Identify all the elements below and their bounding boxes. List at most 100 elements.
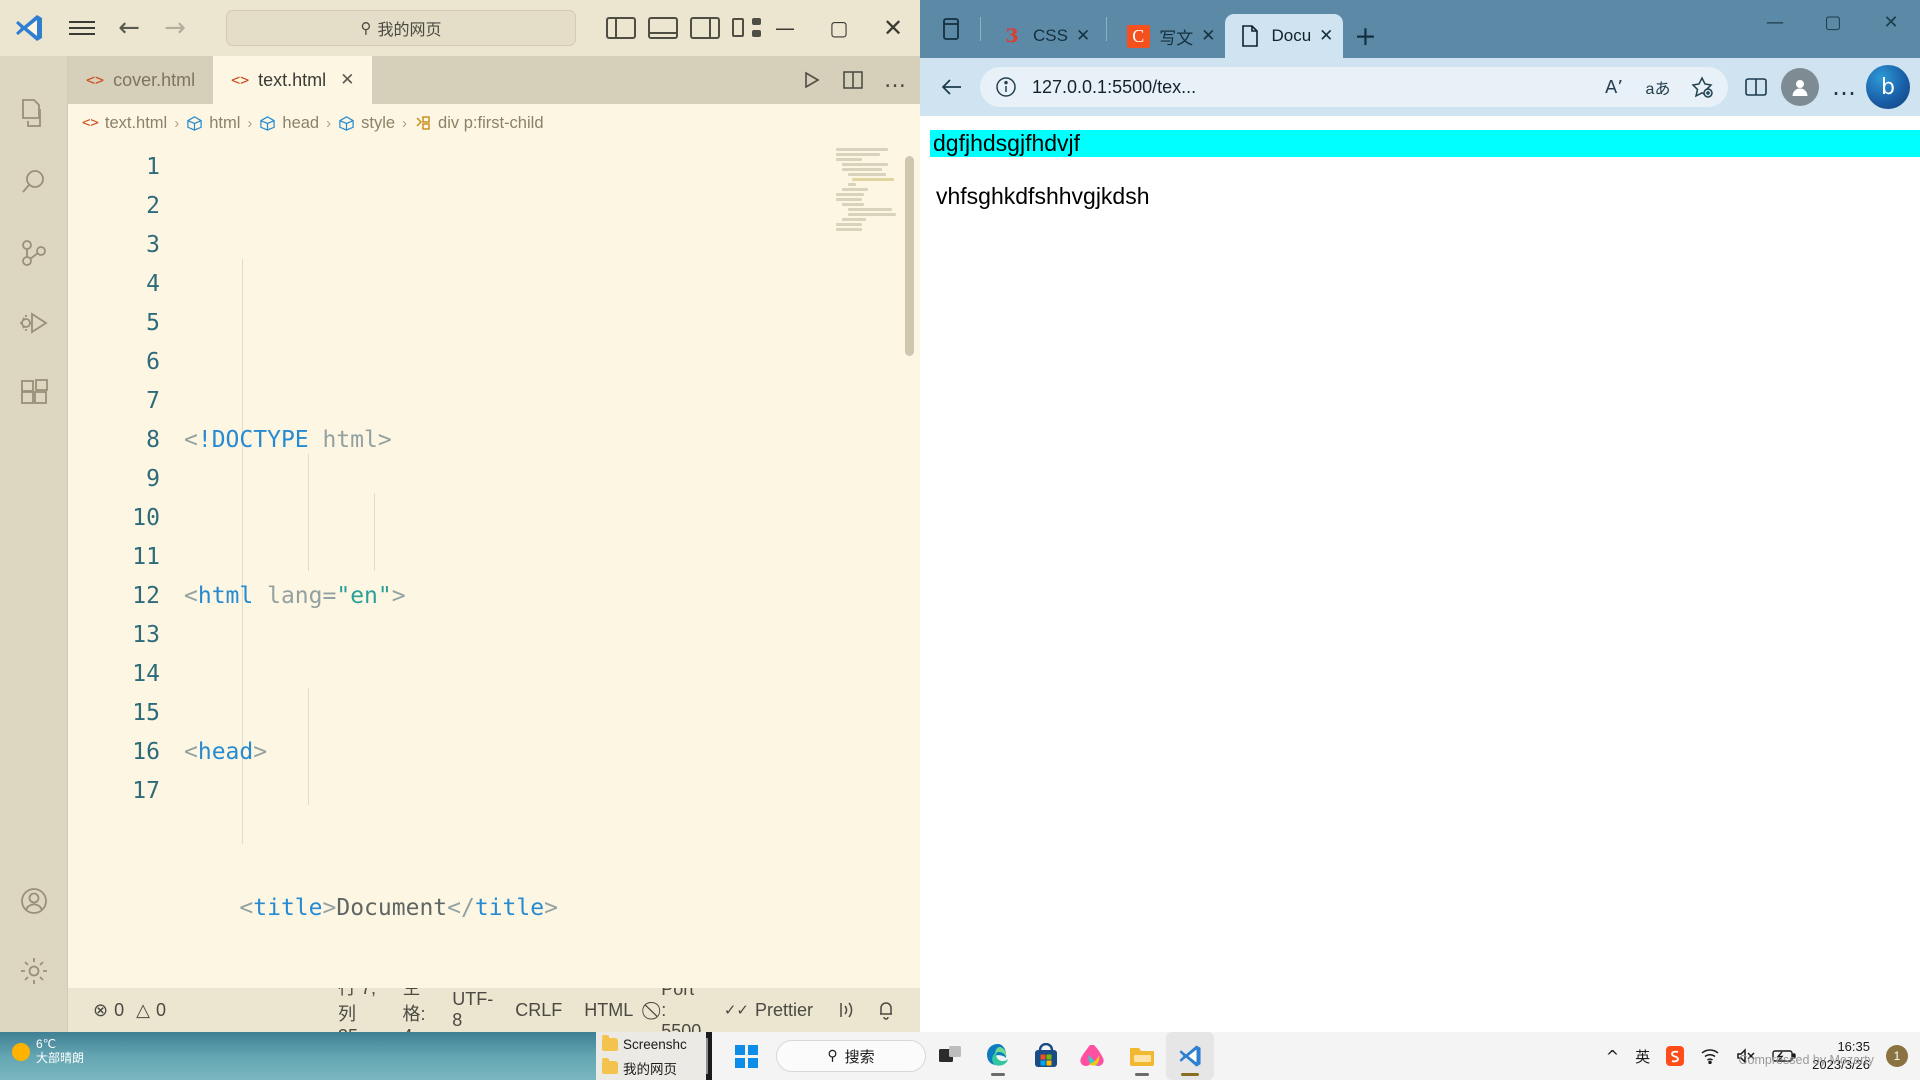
folder-icon: [602, 1035, 618, 1051]
translate-icon[interactable]: aあ: [1640, 69, 1676, 105]
status-prettier[interactable]: ✓✓ Prettier: [713, 1000, 824, 1021]
sidebar-item-extensions[interactable]: [0, 358, 68, 428]
editor-tab-text-html[interactable]: <> text.html ✕: [213, 56, 373, 104]
page-document-icon: [1237, 23, 1263, 49]
close-icon[interactable]: ✕: [1076, 26, 1090, 46]
browser-tab-csdn[interactable]: C 写文 ✕: [1113, 14, 1225, 58]
sidebar-item-accounts[interactable]: [0, 866, 68, 936]
code-line-4: <title>Document</title>: [239, 895, 558, 921]
vscode-logo-icon: [0, 12, 58, 44]
split-screen-icon[interactable]: [1734, 65, 1778, 109]
breadcrumb-item-selector[interactable]: div p:first-child: [414, 114, 544, 133]
compression-watermark: Compressed by Mozarty: [1738, 1053, 1874, 1068]
taskbar-visual-studio-code[interactable]: [1166, 1032, 1214, 1080]
minimize-button[interactable]: —: [1746, 0, 1804, 44]
wifi-icon[interactable]: [1700, 1048, 1720, 1064]
split-editor-icon[interactable]: [840, 70, 866, 90]
editor-tab-cover-html[interactable]: <> cover.html: [68, 56, 214, 104]
new-tab-button[interactable]: +: [1343, 14, 1387, 58]
breadcrumb-item-style[interactable]: style: [338, 114, 395, 133]
command-center-search[interactable]: ⚲ 我的网页: [226, 10, 576, 46]
sidebar-item-explorer[interactable]: [0, 78, 68, 148]
minimize-button[interactable]: —: [758, 0, 812, 56]
page-paragraph-first: dgfjhdsgjfhdvjf: [930, 130, 1920, 157]
tab-label: cover.html: [113, 69, 196, 90]
sidebar-item-settings[interactable]: [0, 936, 68, 1006]
status-encoding[interactable]: UTF-8: [441, 989, 504, 1031]
close-icon[interactable]: ✕: [1319, 26, 1333, 46]
back-arrow-icon[interactable]: ←: [106, 5, 152, 51]
browser-tab-document[interactable]: Docu ✕: [1225, 14, 1344, 58]
breadcrumb-item-head[interactable]: head: [259, 114, 319, 133]
taskbar-microsoft-store[interactable]: [1022, 1032, 1070, 1080]
notification-badge[interactable]: 1: [1886, 1045, 1908, 1067]
back-arrow-icon[interactable]: [930, 65, 974, 109]
code-editor[interactable]: 1 2 3 4 5 6 7 8 9 10 11 12 13 14 15 16 1: [68, 142, 920, 988]
status-problems[interactable]: ⊗ 0 △ 0: [82, 1000, 177, 1021]
sidebar-item-search[interactable]: [0, 148, 68, 218]
code-lines[interactable]: <<!DOCTYPE!DOCTYPE html> <html lang="en"…: [176, 142, 920, 988]
close-button[interactable]: ✕: [866, 0, 920, 56]
symbol-cube-icon: [186, 115, 203, 132]
breadcrumb-item-html[interactable]: html: [186, 114, 240, 133]
folder-label: 我的网页: [623, 1061, 677, 1077]
close-icon[interactable]: ✕: [1201, 26, 1215, 46]
breadcrumb-item-file[interactable]: <> text.html: [82, 114, 167, 133]
status-remote-indicator[interactable]: [824, 1001, 866, 1019]
windows-start-icon[interactable]: [722, 1032, 770, 1080]
line-number: 13: [132, 622, 160, 648]
sidebar-item-run-and-debug[interactable]: [0, 288, 68, 358]
read-aloud-icon[interactable]: A’: [1596, 69, 1632, 105]
add-favorite-star-icon[interactable]: [1684, 69, 1720, 105]
browser-tab-css[interactable]: 3 CSS ✕: [987, 14, 1100, 58]
close-button[interactable]: ✕: [1862, 0, 1920, 44]
sogou-icon[interactable]: [1666, 1046, 1685, 1066]
bing-copilot-icon[interactable]: b: [1866, 65, 1910, 109]
taskbar-colorful-app[interactable]: [1070, 1032, 1118, 1080]
search-icon: ⚲: [360, 19, 372, 37]
running-indicator: [1135, 1073, 1149, 1076]
taskbar-task-view[interactable]: [926, 1032, 974, 1080]
info-circle-icon[interactable]: [988, 69, 1024, 105]
chevron-up-icon[interactable]: ^: [1606, 1047, 1619, 1066]
desktop-folder-screenshots[interactable]: Screenshc: [602, 1033, 706, 1056]
desktop-wallpaper-strip: 6℃ 大部晴朗: [0, 1032, 600, 1080]
profile-avatar-icon[interactable]: [1778, 65, 1822, 109]
maximize-button[interactable]: ▢: [1804, 0, 1862, 44]
weather-widget[interactable]: 6℃ 大部晴朗: [12, 1037, 84, 1066]
address-bar[interactable]: 127.0.0.1:5500/tex... A’ aあ: [980, 67, 1728, 107]
taskbar-microsoft-edge[interactable]: [974, 1032, 1022, 1080]
taskbar-search-box[interactable]: ⚲ 搜索: [776, 1040, 926, 1072]
forward-arrow-icon[interactable]: →: [152, 5, 198, 51]
status-language-mode[interactable]: HTML: [573, 1000, 644, 1021]
running-indicator: [991, 1073, 1005, 1076]
status-eol[interactable]: CRLF: [504, 1000, 573, 1021]
play-icon[interactable]: [798, 70, 824, 90]
error-circle-icon: ⊗: [93, 999, 109, 1021]
editor-scrollbar[interactable]: [905, 156, 914, 356]
taskbar-file-explorer[interactable]: [1118, 1032, 1166, 1080]
toggle-secondary-sidebar-icon[interactable]: [690, 15, 720, 41]
toggle-panel-icon[interactable]: [648, 15, 678, 41]
tab-actions-icon[interactable]: [928, 0, 974, 58]
line-number: 1: [146, 154, 160, 180]
indent-guide: [374, 493, 375, 571]
sidebar-item-source-control[interactable]: [0, 218, 68, 288]
ime-chinese-icon[interactable]: 英: [1635, 1046, 1650, 1067]
toggle-primary-sidebar-icon[interactable]: [606, 15, 636, 41]
close-icon[interactable]: ✕: [340, 70, 354, 90]
ellipsis-icon[interactable]: …: [1822, 65, 1866, 109]
taskbar-clock[interactable]: 16:35 2023/3/26 Compressed by Mozarty: [1739, 1038, 1874, 1073]
minimap[interactable]: [836, 148, 896, 268]
code-line-1: <<!DOCTYPE!DOCTYPE html>: [184, 427, 392, 453]
maximize-button[interactable]: ▢: [812, 0, 866, 56]
desktop-folder-mypage[interactable]: 我的网页: [602, 1056, 706, 1079]
breadcrumb-separator: ›: [247, 114, 253, 132]
html-file-icon: <>: [231, 71, 250, 89]
breadcrumb-separator: ›: [326, 114, 332, 132]
ellipsis-icon[interactable]: …: [882, 68, 908, 93]
vscode-window: ← → ⚲ 我的网页 — ▢ ✕ <> cover.html <> text.h…: [0, 0, 920, 1032]
search-icon: ⚲: [827, 1048, 838, 1064]
hamburger-menu-icon[interactable]: [58, 17, 106, 39]
bell-icon[interactable]: [866, 1000, 906, 1020]
